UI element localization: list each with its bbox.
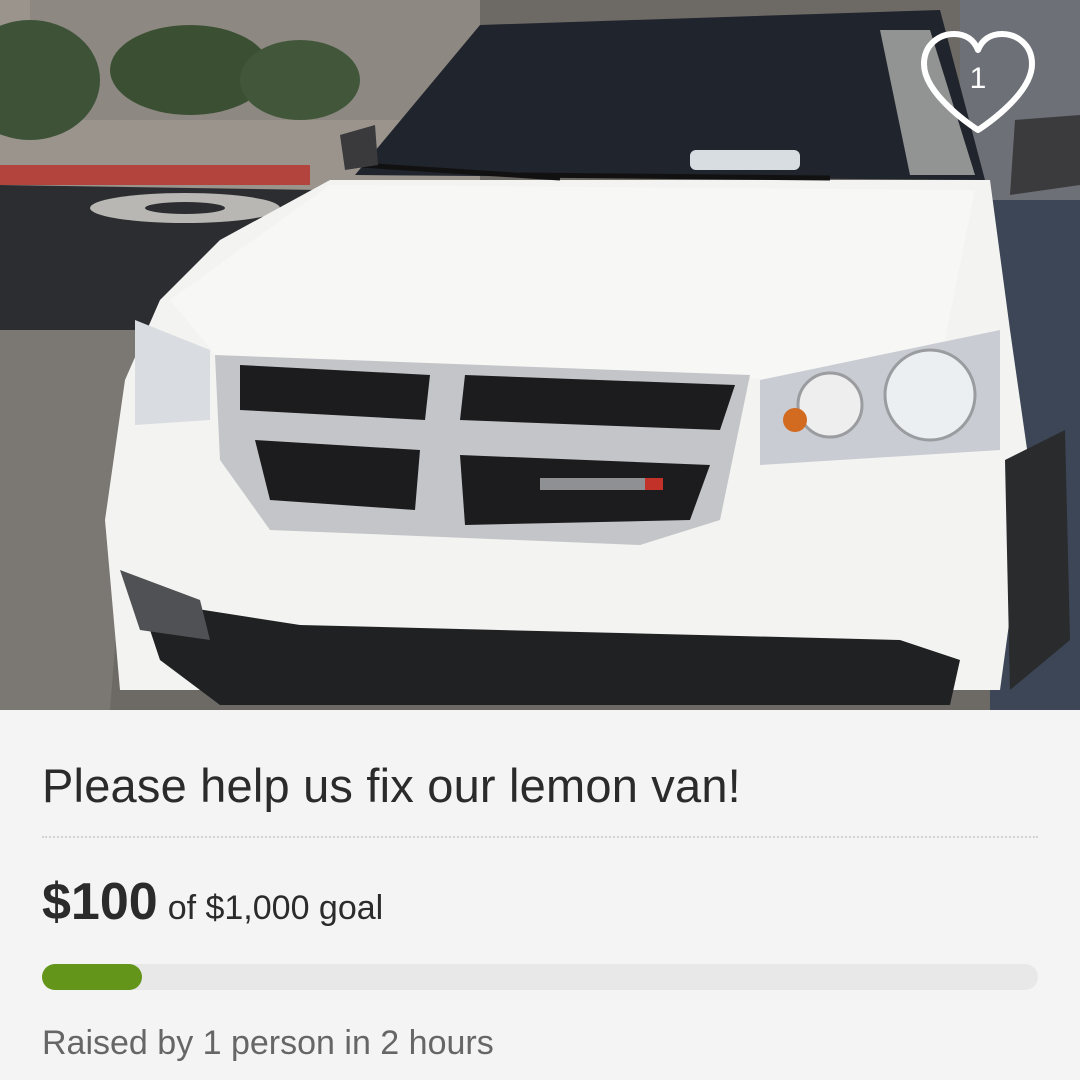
campaign-info: Please help us fix our lemon van! $100 o… — [42, 710, 1038, 1063]
goal-text: of $1,000 goal — [167, 889, 384, 927]
raised-by-text: Raised by 1 person in 2 hours — [42, 1024, 494, 1062]
favorite-button[interactable]: 1 — [920, 30, 1040, 140]
progress-fill — [42, 964, 142, 990]
amount-raised: $100 — [42, 873, 158, 931]
favorite-count: 1 — [969, 62, 987, 95]
campaign-card[interactable]: 1 Please help us fix our lemon van! $100… — [0, 0, 1080, 1080]
campaign-title[interactable]: Please help us fix our lemon van! — [42, 758, 1038, 814]
progress-bar — [42, 964, 1038, 990]
divider — [42, 836, 1038, 838]
amount-row: $100 of $1,000 goal — [42, 872, 1038, 932]
campaign-photo[interactable]: 1 — [0, 0, 1080, 710]
